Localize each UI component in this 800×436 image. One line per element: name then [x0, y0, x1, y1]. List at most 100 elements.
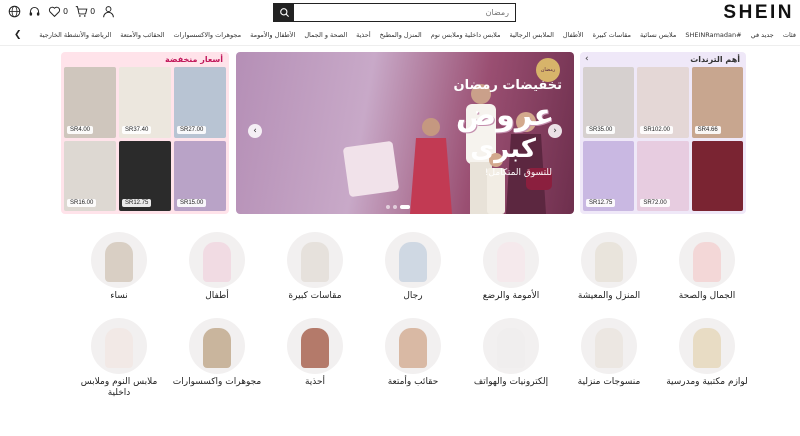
banner-headline: عروض — [455, 98, 554, 133]
category-item[interactable]: منسوجات منزلية — [560, 318, 658, 388]
category-label: إلكترونيات والهواتف — [473, 377, 549, 387]
trends-panel[interactable]: ‹ أهم الترندات SR35.00 SR102.00 SR4.66 SR12… — [580, 52, 746, 214]
category-label: مقاسات كبيرة — [288, 291, 342, 301]
category-label: نساء — [110, 291, 128, 301]
category-item[interactable]: نساء — [70, 232, 168, 302]
banner-next-button[interactable]: › — [548, 124, 562, 138]
chevron-left-icon[interactable]: ❮ — [14, 30, 22, 40]
search-button[interactable] — [274, 4, 294, 21]
category-item[interactable]: حقائب وأمتعة — [364, 318, 462, 388]
user-icon[interactable] — [102, 5, 115, 18]
shein-logo[interactable]: SHEIN — [723, 2, 794, 24]
product-price: SR16.00 — [67, 199, 97, 207]
product-tile[interactable] — [691, 140, 743, 211]
category-label: رجال — [403, 291, 423, 301]
category-label: لوازم مكتبية ومدرسية — [666, 377, 748, 387]
product-tile[interactable]: SR4.66 — [691, 67, 743, 138]
nav-item[interactable]: الرياضة والأنشطة الخارجية — [39, 31, 111, 39]
nav-item[interactable]: الأطفال والأمومة — [250, 31, 295, 39]
banner-tagline: للتسوق المتكامل! — [484, 168, 552, 178]
nav-item[interactable]: الحقائب والأمتعة — [120, 31, 164, 39]
nav-item[interactable]: فئات — [783, 31, 796, 39]
product-price: SR4.66 — [694, 125, 721, 134]
category-image — [581, 232, 637, 288]
product-price: SR37.40 — [122, 125, 152, 134]
product-tile[interactable]: SR12.75 — [119, 140, 171, 211]
product-price: SR15.00 — [177, 199, 207, 207]
product-tile[interactable]: SR72.00 — [637, 140, 689, 211]
headset-icon[interactable] — [28, 5, 41, 18]
search-bar — [273, 3, 516, 22]
category-item[interactable]: لوازم مكتبية ومدرسية — [658, 318, 756, 388]
wishlist-count: 0 — [63, 7, 69, 16]
nav-item[interactable]: ملابس نسائية — [640, 31, 676, 39]
category-label: الأمومة والرضع — [482, 291, 540, 301]
category-image — [189, 232, 245, 288]
category-image — [287, 318, 343, 374]
nav-items: فئات جديد في SHEINRamadan# ملابس نسائية مقاس… — [32, 31, 796, 39]
product-tile[interactable]: SR4.00 — [64, 67, 116, 138]
nav-item[interactable]: المنزل والمطبخ — [380, 31, 422, 39]
top-header: 0 0 SHEIN — [0, 0, 800, 24]
category-image — [189, 318, 245, 374]
panel-title: أسعار منخفضة — [165, 55, 223, 64]
product-tile[interactable]: SR102.00 — [637, 67, 689, 138]
nav-item[interactable]: مقاسات كبيرة — [593, 31, 631, 39]
category-item[interactable]: مقاسات كبيرة — [266, 232, 364, 302]
cart-icon[interactable] — [75, 5, 88, 18]
nav-item[interactable]: الملابس الرجالية — [510, 31, 554, 39]
category-item[interactable]: رجال — [364, 232, 462, 302]
nav-item[interactable]: الأطفال — [563, 31, 584, 39]
category-item[interactable]: الجمال والصحة — [658, 232, 756, 302]
nav-item[interactable]: ملابس داخلية وملابس نوم — [431, 31, 501, 39]
category-label: الجمال والصحة — [678, 291, 736, 301]
low-prices-panel[interactable]: أسعار منخفضة SR4.00 SR37.40 SR27.00 SR16.00… — [61, 52, 229, 214]
category-label: ملابس النوم وملابس داخلية — [80, 377, 158, 398]
product-price: SR12.75 — [122, 199, 152, 207]
category-nav: ❮ فئات جديد في SHEINRamadan# ملابس نسائية مق… — [0, 26, 800, 46]
product-tile[interactable]: SR15.00 — [174, 140, 226, 211]
header-icons: 0 0 — [8, 5, 115, 18]
product-tile[interactable]: SR37.40 — [119, 67, 171, 138]
product-tile[interactable]: SR16.00 — [64, 140, 116, 211]
nav-item[interactable]: SHEINRamadan# — [685, 31, 741, 39]
chevron-left-icon[interactable]: ‹ — [585, 54, 589, 64]
category-item[interactable]: الأمومة والرضع — [462, 232, 560, 302]
search-input[interactable] — [294, 4, 515, 21]
heart-icon[interactable] — [48, 5, 61, 18]
category-item[interactable]: ملابس النوم وملابس داخلية — [70, 318, 168, 399]
category-item[interactable]: إلكترونيات والهواتف — [462, 318, 560, 388]
category-image — [679, 232, 735, 288]
carousel-dots[interactable] — [386, 205, 410, 209]
product-tile[interactable]: SR27.00 — [174, 67, 226, 138]
category-label: حقائب وأمتعة — [387, 377, 439, 387]
category-label: مجوهرات واكسسوارات — [172, 377, 262, 387]
nav-item[interactable]: أحذية — [356, 31, 371, 39]
category-label: المنزل والمعيشة — [577, 291, 641, 301]
banner-headline-2: كبرى — [470, 134, 536, 164]
product-price: SR72.00 — [640, 199, 670, 207]
category-item[interactable]: مجوهرات واكسسوارات — [168, 318, 266, 388]
banner-prev-button[interactable]: ‹ — [248, 124, 262, 138]
category-item[interactable]: المنزل والمعيشة — [560, 232, 658, 302]
category-image — [287, 232, 343, 288]
category-image — [385, 232, 441, 288]
nav-item[interactable]: الصحة و الجمال — [304, 31, 347, 39]
globe-icon[interactable] — [8, 5, 21, 18]
product-price: SR27.00 — [177, 125, 207, 134]
category-image — [581, 318, 637, 374]
search-icon — [279, 8, 289, 18]
nav-item[interactable]: جديد في — [751, 31, 774, 39]
category-item[interactable]: أطفال — [168, 232, 266, 302]
ramadan-banner[interactable]: رمضان تخفيضات رمضان عروض كبرى للتسوق الم… — [236, 52, 574, 214]
product-tile[interactable]: SR12.75 — [583, 140, 635, 211]
category-image — [91, 318, 147, 374]
family-card-image — [342, 140, 400, 198]
nav-item[interactable]: مجوهرات والاكسسوارات — [173, 31, 241, 39]
panel-title: أهم الترندات — [690, 55, 740, 64]
product-tile[interactable]: SR35.00 — [583, 67, 635, 138]
banner-subtitle: تخفيضات رمضان — [453, 78, 562, 93]
category-item[interactable]: أحذية — [266, 318, 364, 388]
category-image — [679, 318, 735, 374]
product-price: SR102.00 — [640, 125, 674, 134]
